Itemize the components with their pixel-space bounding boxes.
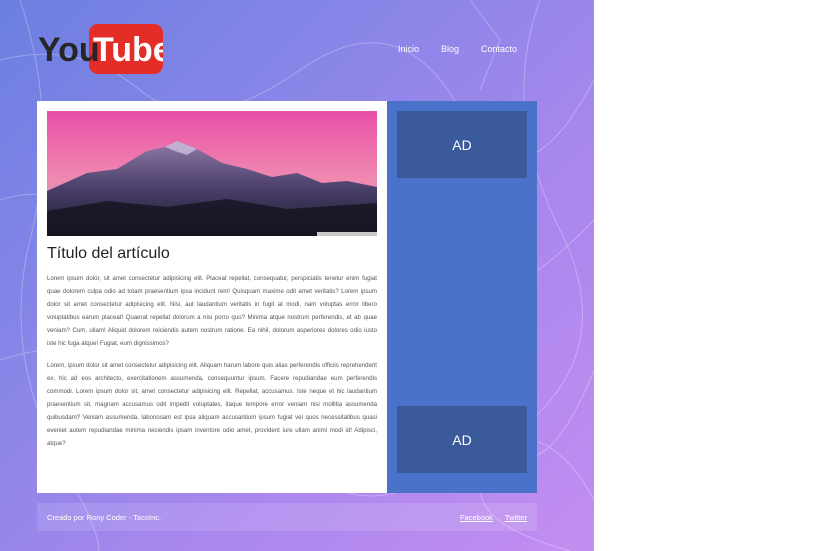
- article-title: Título del artículo: [47, 245, 170, 262]
- footer-credit: Creado por Rony Coder - TacoInc.: [47, 512, 162, 522]
- ad-box-bottom[interactable]: AD: [397, 406, 527, 473]
- nav-item-blog[interactable]: Blog: [441, 44, 459, 54]
- header: You Tube Inicio Blog Contacto: [37, 22, 537, 78]
- social-links: Facebook Twitter: [460, 513, 527, 522]
- logo-text-you: You: [38, 31, 100, 69]
- article-paragraph: Lorem ipsum dolor, sit amet consectetur …: [47, 275, 377, 347]
- article-hero-image: [47, 111, 377, 236]
- content-area: Título del artículo Lorem ipsum dolor, s…: [37, 101, 537, 493]
- nav-item-contacto[interactable]: Contacto: [481, 44, 517, 54]
- logo-text-tube: Tube: [93, 31, 163, 69]
- youtube-logo[interactable]: You Tube: [37, 22, 163, 76]
- article-paragraph: Lorem, ipsum dolor sit amet consectetur …: [47, 362, 377, 447]
- article: Título del artículo Lorem ipsum dolor, s…: [37, 101, 387, 493]
- page-background: You Tube Inicio Blog Contacto Título del…: [0, 0, 594, 551]
- footer: Creado por Rony Coder - TacoInc. Faceboo…: [37, 503, 537, 531]
- twitter-link[interactable]: Twitter: [505, 513, 527, 522]
- nav-item-inicio[interactable]: Inicio: [398, 44, 419, 54]
- ad-box-top[interactable]: AD: [397, 111, 527, 178]
- sidebar: AD AD: [387, 101, 537, 493]
- facebook-link[interactable]: Facebook: [460, 513, 493, 522]
- main-nav: Inicio Blog Contacto: [398, 44, 517, 54]
